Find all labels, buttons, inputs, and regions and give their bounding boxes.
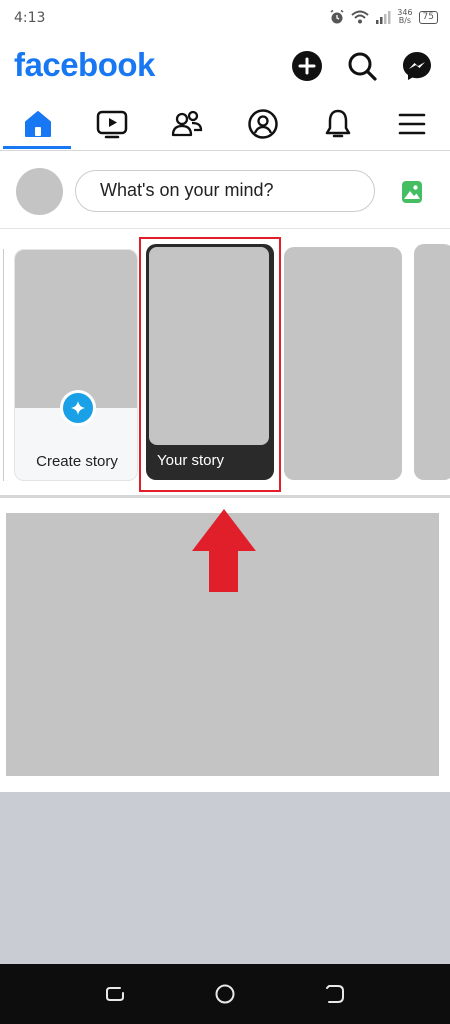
story-card-partial (0, 249, 4, 481)
messenger-button[interactable] (401, 50, 433, 82)
battery-icon: 75 (418, 10, 438, 24)
story-card[interactable] (284, 247, 402, 480)
divider (0, 228, 450, 229)
messenger-icon (403, 52, 431, 80)
create-story-button[interactable] (60, 390, 96, 426)
menu-icon (398, 113, 426, 135)
avatar[interactable] (16, 168, 63, 215)
story-thumbnail (15, 250, 137, 408)
divider (0, 495, 450, 498)
photo-button[interactable] (401, 180, 423, 208)
create-button[interactable] (291, 50, 323, 82)
status-icons: 346 B/s 75 (329, 9, 438, 25)
tab-friends[interactable] (157, 100, 217, 148)
home-icon (25, 111, 51, 137)
profile-icon (248, 109, 278, 139)
alarm-icon (330, 9, 344, 24)
net-speed-unit: B/s (398, 16, 412, 25)
recents-icon[interactable] (103, 982, 127, 1006)
tab-home[interactable] (8, 100, 68, 148)
plus-icon (71, 401, 85, 415)
feed-placeholder (0, 792, 450, 964)
back-icon[interactable] (323, 982, 347, 1006)
search-button[interactable] (346, 50, 378, 82)
system-nav-bar (0, 964, 450, 1024)
search-icon (348, 52, 377, 81)
create-story-label: Create story (36, 453, 118, 470)
facebook-logo[interactable]: facebook (14, 46, 155, 84)
screen: 4:13 346 B/s 75 facebook What's on your … (0, 0, 450, 1024)
video-icon (96, 110, 128, 139)
annotation-highlight-box (139, 237, 281, 492)
add-icon (292, 51, 322, 81)
home-circle-icon[interactable] (213, 982, 237, 1006)
tab-menu[interactable] (382, 100, 442, 148)
tab-profile[interactable] (233, 100, 293, 148)
active-tab-indicator (3, 146, 71, 149)
divider (0, 150, 450, 151)
create-story-card[interactable]: Create story (14, 249, 138, 481)
status-composer-input[interactable]: What's on your mind? (75, 170, 375, 212)
photo-icon (402, 181, 422, 203)
tab-notifications[interactable] (308, 100, 368, 148)
net-speed: 346 B/s (397, 9, 412, 25)
battery-level: 75 (422, 11, 434, 22)
tab-video[interactable] (82, 100, 142, 148)
friends-icon (171, 110, 203, 137)
tab-bar (0, 100, 450, 150)
up-arrow-icon (192, 509, 256, 592)
status-bar: 4:13 346 B/s 75 (0, 0, 450, 38)
wifi-icon (351, 10, 369, 24)
status-time: 4:13 (14, 10, 46, 26)
signal-icon (376, 11, 391, 24)
story-card[interactable] (414, 244, 450, 480)
notifications-icon (325, 109, 351, 138)
